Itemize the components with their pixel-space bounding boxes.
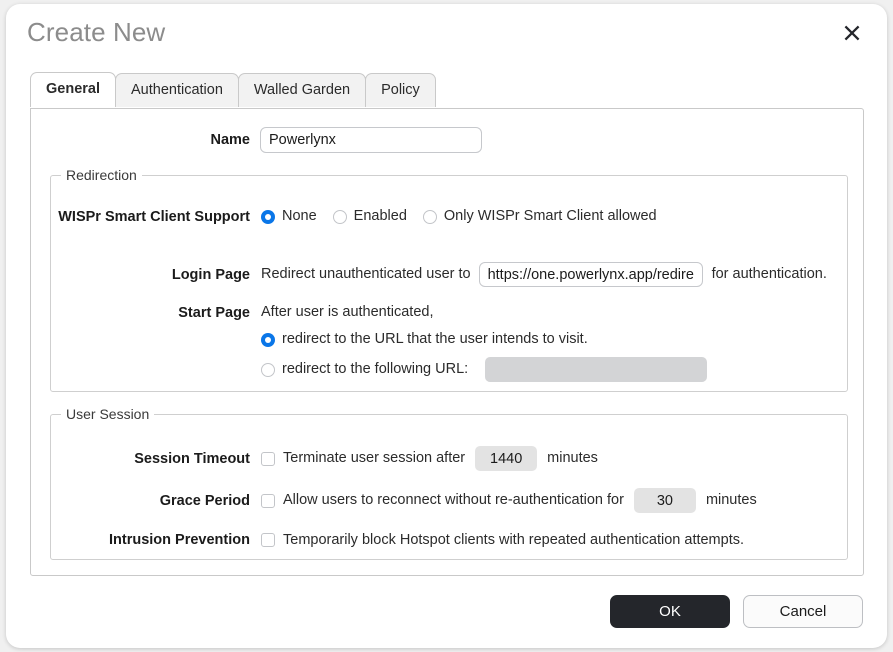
intrusion-prevention-text: Temporarily block Hotspot clients with r… xyxy=(283,531,745,548)
login-page-label: Login Page xyxy=(171,266,250,283)
create-new-dialog: Create New General Authentication Walled… xyxy=(6,4,887,648)
user-session-fieldset: User Session Session Timeout Terminate u… xyxy=(50,406,848,560)
session-timeout-checkbox[interactable] xyxy=(261,451,275,466)
start-page-options: After user is authenticated, redirect to… xyxy=(261,303,723,382)
general-tab-panel: Name Redirection WISPr Smart Client Supp… xyxy=(30,108,864,576)
cancel-button[interactable]: Cancel xyxy=(743,595,863,628)
wispr-option-none[interactable]: None xyxy=(261,207,317,226)
login-page-suffix-text: for authentication. xyxy=(711,266,827,282)
dialog-footer: OK Cancel xyxy=(610,595,863,628)
page-title: Create New xyxy=(27,17,166,47)
login-page-url-input[interactable] xyxy=(478,262,703,287)
radio-following-url-icon[interactable] xyxy=(261,362,275,377)
wispr-option-enabled[interactable]: Enabled xyxy=(332,207,407,226)
session-timeout-label: Session Timeout xyxy=(134,450,250,467)
grace-period-label: Grace Period xyxy=(159,492,250,509)
dialog-titlebar: Create New xyxy=(6,4,887,62)
intrusion-prevention-row: Intrusion Prevention Temporarily block H… xyxy=(51,530,847,550)
start-page-following-url-input[interactable] xyxy=(485,357,708,382)
wispr-row: WISPr Smart Client Support None Enabled … xyxy=(51,207,847,227)
radio-none-icon[interactable] xyxy=(261,210,275,224)
wispr-option-enabled-label: Enabled xyxy=(353,208,407,224)
name-input[interactable] xyxy=(260,127,482,153)
tab-authentication[interactable]: Authentication xyxy=(115,73,239,107)
session-timeout-value-input[interactable] xyxy=(475,446,538,471)
start-page-option-following-url-label: redirect to the following URL: xyxy=(282,361,469,377)
login-page-row: Login Page Redirect unauthenticated user… xyxy=(51,262,847,287)
radio-only-wispr-icon[interactable] xyxy=(422,210,437,224)
start-page-row: Start Page After user is authenticated, … xyxy=(51,303,847,382)
close-icon[interactable] xyxy=(839,20,865,46)
wispr-option-only-wispr-label: Only WISPr Smart Client allowed xyxy=(443,208,657,224)
start-page-intro-text: After user is authenticated, xyxy=(261,304,434,320)
tab-policy[interactable]: Policy xyxy=(365,73,436,107)
name-row: Name xyxy=(31,127,863,153)
tab-general[interactable]: General xyxy=(30,72,116,107)
redirection-legend: Redirection xyxy=(66,167,137,183)
session-timeout-row: Session Timeout Terminate user session a… xyxy=(51,446,847,471)
start-page-option-intended-url-label: redirect to the URL that the user intend… xyxy=(282,331,588,347)
grace-period-row: Grace Period Allow users to reconnect wi… xyxy=(51,488,847,513)
radio-enabled-icon[interactable] xyxy=(332,210,347,224)
user-session-legend: User Session xyxy=(66,406,150,422)
wispr-option-only-wispr[interactable]: Only WISPr Smart Client allowed xyxy=(422,207,657,226)
start-page-option-intended-url[interactable]: redirect to the URL that the user intend… xyxy=(261,330,707,349)
tab-walled-garden[interactable]: Walled Garden xyxy=(237,73,367,107)
redirection-fieldset: Redirection WISPr Smart Client Support N… xyxy=(50,167,848,392)
grace-period-text: Allow users to reconnect without re-auth… xyxy=(283,492,624,508)
radio-intended-url-icon[interactable] xyxy=(261,333,275,347)
name-label: Name xyxy=(210,132,251,148)
session-timeout-unit: minutes xyxy=(547,450,598,466)
login-page-prefix-text: Redirect unauthenticated user to xyxy=(261,266,471,282)
wispr-option-none-label: None xyxy=(282,208,317,224)
session-timeout-text: Terminate user session after xyxy=(283,450,466,466)
start-page-option-following-url[interactable]: redirect to the following URL: xyxy=(261,357,708,382)
grace-period-unit: minutes xyxy=(705,492,757,508)
intrusion-prevention-checkbox[interactable] xyxy=(261,533,275,547)
grace-period-value-input[interactable] xyxy=(633,488,696,513)
start-page-label: Start Page xyxy=(178,305,250,321)
wispr-label: WISPr Smart Client Support xyxy=(58,209,250,225)
grace-period-checkbox[interactable] xyxy=(261,493,275,508)
tab-bar: General Authentication Walled Garden Pol… xyxy=(30,72,436,107)
intrusion-prevention-label: Intrusion Prevention xyxy=(109,532,250,548)
ok-button[interactable]: OK xyxy=(610,595,730,628)
wispr-radio-group: None Enabled Only WISPr Smart Client all… xyxy=(261,207,673,226)
